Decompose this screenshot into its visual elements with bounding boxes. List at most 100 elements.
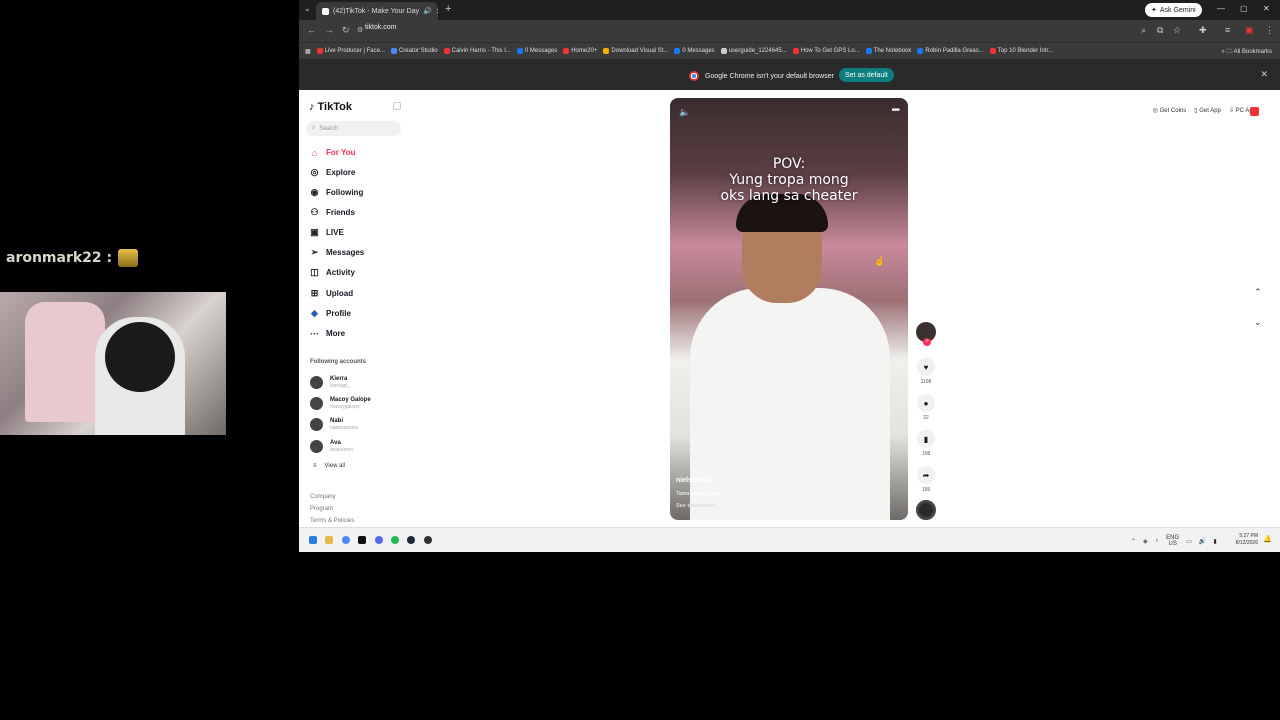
follow-plus-icon[interactable]: + xyxy=(923,338,931,346)
bookmark-item[interactable]: Creator Studio xyxy=(390,48,438,54)
save-action[interactable]: ▮ 108 xyxy=(916,430,936,457)
footer-company[interactable]: Company xyxy=(310,494,336,500)
speaker-icon[interactable]: 🔊 xyxy=(1199,538,1206,545)
bookmark-icon[interactable]: ▮ xyxy=(917,430,935,448)
tab-search-icon[interactable]: ⌄ xyxy=(304,4,311,13)
video-player[interactable]: 🔈 ••• POV: Yung tropa mong oks lang sa c… xyxy=(670,98,908,520)
nav-profile[interactable]: ◆ Profile xyxy=(309,308,351,319)
tray-chevron-icon[interactable]: ⌃ xyxy=(1131,538,1136,545)
windows-start-icon[interactable] xyxy=(309,536,317,544)
apps-icon[interactable]: ▦ xyxy=(305,48,311,55)
obs-icon[interactable] xyxy=(424,536,432,544)
nav-live[interactable]: ▣ LIVE xyxy=(309,227,344,238)
account-item[interactable]: Ava avacuervo xyxy=(310,440,353,453)
new-tab-button[interactable]: + xyxy=(445,3,451,15)
forward-icon[interactable]: → xyxy=(325,25,334,35)
share-icon[interactable]: ➦ xyxy=(917,466,935,484)
extensions-icon[interactable]: ✚ xyxy=(1199,25,1207,36)
tab-close-icon[interactable]: ✕ xyxy=(436,7,438,16)
bookmark-item[interactable]: Calvin Harris - This I... xyxy=(443,48,511,54)
bookmark-item[interactable]: Robin Padilla Greas... xyxy=(917,48,984,54)
tiktok-logo[interactable]: ♪ TikTok xyxy=(309,101,352,113)
back-icon[interactable]: ← xyxy=(307,25,316,35)
share-action[interactable]: ➦ 165 xyxy=(916,466,936,493)
more-options-icon[interactable]: ••• xyxy=(891,105,899,116)
get-coins-link[interactable]: ◎ Get Coins xyxy=(1153,107,1187,114)
profile-icon[interactable]: ▣ xyxy=(1245,25,1254,36)
nav-activity[interactable]: ◫ Activity xyxy=(309,267,355,278)
more-icon: ··· xyxy=(310,328,319,339)
nav-friends[interactable]: ⚇ Friends xyxy=(309,207,354,218)
capcut-icon[interactable] xyxy=(358,536,366,544)
network-icon[interactable]: ▭ xyxy=(1186,538,1192,545)
reload-icon[interactable]: ↻ xyxy=(342,25,350,36)
nav-explore[interactable]: ◎ Explore xyxy=(309,167,356,178)
set-default-button[interactable]: Set as default xyxy=(839,68,894,82)
infobar-close-icon[interactable]: ✕ xyxy=(1260,69,1268,80)
nav-messages[interactable]: ➢ Messages xyxy=(309,247,365,258)
spotify-icon[interactable] xyxy=(391,536,399,544)
comment-action[interactable]: ● 22 xyxy=(916,394,936,421)
bookmark-item[interactable]: 0 Messages xyxy=(516,48,557,54)
footer-program[interactable]: Program xyxy=(310,506,333,512)
media-icon[interactable]: ≡ xyxy=(1225,25,1230,35)
bookmark-item[interactable]: 0 Messages xyxy=(674,48,715,54)
previous-video-icon[interactable]: ⌃ xyxy=(1254,287,1262,298)
minimize-icon[interactable]: — xyxy=(1217,4,1225,13)
bookmark-star-icon[interactable]: ☆ xyxy=(1173,25,1181,36)
all-bookmarks-button[interactable]: » 🗀 All Bookmarks xyxy=(1221,47,1272,57)
menu-icon[interactable]: ⋮ xyxy=(1265,25,1274,36)
tray-app-icon[interactable]: ◈ xyxy=(1143,538,1148,545)
user-avatar[interactable] xyxy=(1250,107,1259,116)
nav-for-you[interactable]: ⌂ For You xyxy=(309,147,356,158)
bookmark-item[interactable]: How To Get GPS Lo... xyxy=(792,48,860,54)
clock[interactable]: 5:27 PM 8/12/2026 xyxy=(1236,533,1258,547)
discord-icon[interactable] xyxy=(375,536,383,544)
address-bar[interactable]: tiktok.com xyxy=(365,24,397,31)
music-disc-icon[interactable] xyxy=(916,500,936,520)
bookmark-item[interactable]: Live Producer | Face... xyxy=(316,48,385,54)
video-username[interactable]: nielson985 xyxy=(676,477,712,484)
bookmark-item[interactable]: userguide_1224645... xyxy=(720,48,787,54)
search-input[interactable]: ⌕ Search xyxy=(306,121,401,136)
nav-more[interactable]: ··· More xyxy=(309,328,345,339)
like-action[interactable]: ♥ 1106 xyxy=(916,358,936,385)
site-info-icon[interactable]: ⚙ xyxy=(357,26,363,34)
install-icon[interactable]: ⧉ xyxy=(1157,25,1163,36)
account-handle: nabimaniass xyxy=(330,425,359,431)
tab-audio-icon[interactable]: 🔊 xyxy=(423,7,432,15)
bookmark-item[interactable]: Download Visual St... xyxy=(603,48,668,54)
nav-label: Profile xyxy=(326,309,351,318)
account-item[interactable]: Nabi nabimaniass xyxy=(310,418,358,431)
chrome-taskbar-icon[interactable] xyxy=(342,536,350,544)
bookmark-item[interactable]: Top 10 Blender Intr... xyxy=(989,48,1053,54)
tray-mic-icon[interactable]: ♁ xyxy=(1155,538,1160,544)
bookmark-item[interactable]: The Notebook xyxy=(865,48,911,54)
language-indicator[interactable]: ENG US xyxy=(1166,535,1179,547)
footer-terms[interactable]: Terms & Policies xyxy=(310,518,354,524)
account-item[interactable]: Macoy Galope macoygalope xyxy=(310,397,371,410)
volume-icon[interactable]: 🔈 xyxy=(679,107,690,118)
ask-gemini-button[interactable]: ✦ Ask Gemini xyxy=(1145,3,1202,17)
tab-tiktok[interactable]: (42)TikTok - Make Your Day 🔊 ✕ xyxy=(316,2,438,20)
caption-line: oks lang sa cheater xyxy=(720,188,858,204)
bookmark-item[interactable]: Home20+ xyxy=(563,48,597,54)
window-close-icon[interactable]: ✕ xyxy=(1263,4,1270,13)
heart-icon[interactable]: ♥ xyxy=(917,358,935,376)
nav-upload[interactable]: ⊞ Upload xyxy=(309,288,353,299)
collapse-sidebar-icon[interactable] xyxy=(393,102,401,110)
nav-label: Messages xyxy=(326,248,365,257)
battery-icon[interactable]: ▮ xyxy=(1213,538,1216,545)
notification-icon[interactable]: 🔔 xyxy=(1263,535,1272,543)
next-video-icon[interactable]: ⌄ xyxy=(1254,317,1262,328)
view-all-button[interactable]: ≡ View all xyxy=(313,463,345,469)
nav-following[interactable]: ◉ Following xyxy=(309,187,364,198)
zoom-icon[interactable]: ⌕ xyxy=(1141,25,1146,36)
steam-icon[interactable] xyxy=(407,536,415,544)
maximize-icon[interactable]: ▢ xyxy=(1240,4,1248,13)
account-item[interactable]: Kierra kierragc_ xyxy=(310,376,351,389)
comment-icon[interactable]: ● xyxy=(917,394,935,412)
file-explorer-icon[interactable] xyxy=(325,536,333,544)
get-app-link[interactable]: ▯ Get App xyxy=(1194,107,1221,114)
see-translation-link[interactable]: See translation xyxy=(676,503,715,509)
